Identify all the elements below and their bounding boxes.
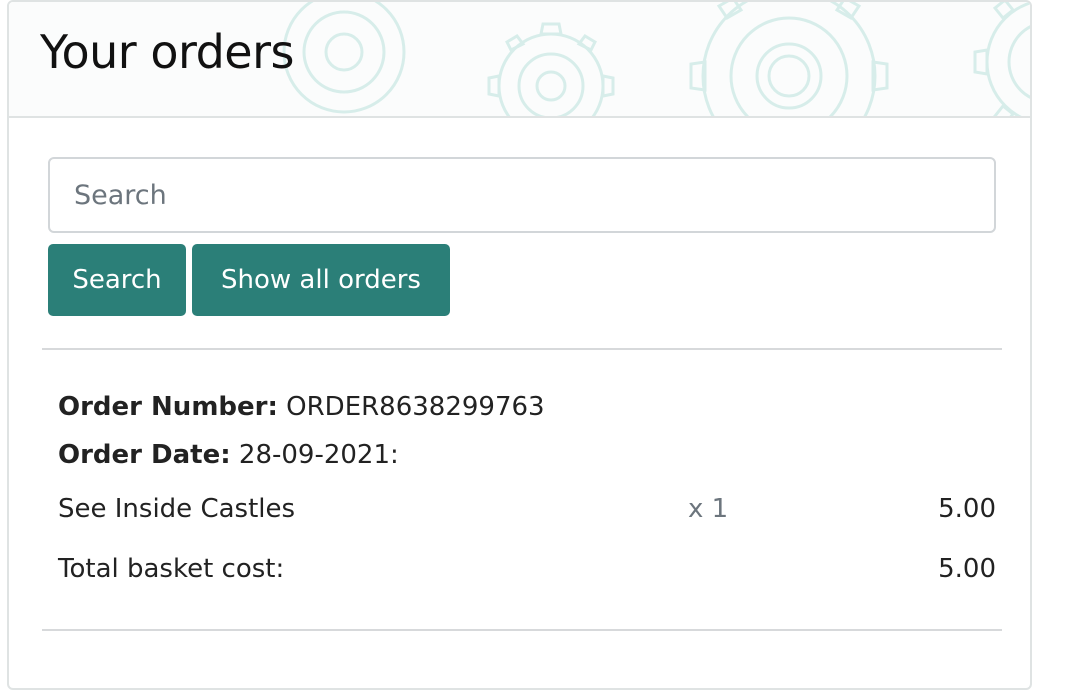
- divider: [42, 348, 1002, 350]
- orders-card: Your orders Search Show all orders Order…: [7, 0, 1032, 690]
- order-item-name: See Inside Castles: [58, 494, 296, 524]
- order-item-quantity: x 1: [688, 494, 729, 524]
- order-number-label: Order Number:: [58, 392, 278, 422]
- order-item-price: 5.00: [938, 494, 996, 524]
- search-button[interactable]: Search: [48, 244, 186, 316]
- divider: [42, 629, 1002, 631]
- order-total-row: Total basket cost: 5.00: [58, 551, 996, 587]
- order-total-label: Total basket cost:: [58, 554, 285, 584]
- order-number: Order Number: ORDER8638299763: [58, 389, 545, 425]
- order-item-row: See Inside Castles x 1 5.00: [58, 491, 996, 527]
- show-all-orders-button[interactable]: Show all orders: [192, 244, 450, 316]
- order-date: Order Date: 28-09-2021:: [58, 437, 399, 473]
- search-input[interactable]: [48, 157, 996, 233]
- card-header: Your orders: [9, 2, 1030, 118]
- order-date-label: Order Date:: [58, 440, 231, 470]
- order-date-value: 28-09-2021:: [230, 440, 399, 470]
- order-number-value: ORDER8638299763: [277, 392, 545, 422]
- order-total-value: 5.00: [938, 554, 996, 584]
- page-title: Your orders: [40, 25, 294, 79]
